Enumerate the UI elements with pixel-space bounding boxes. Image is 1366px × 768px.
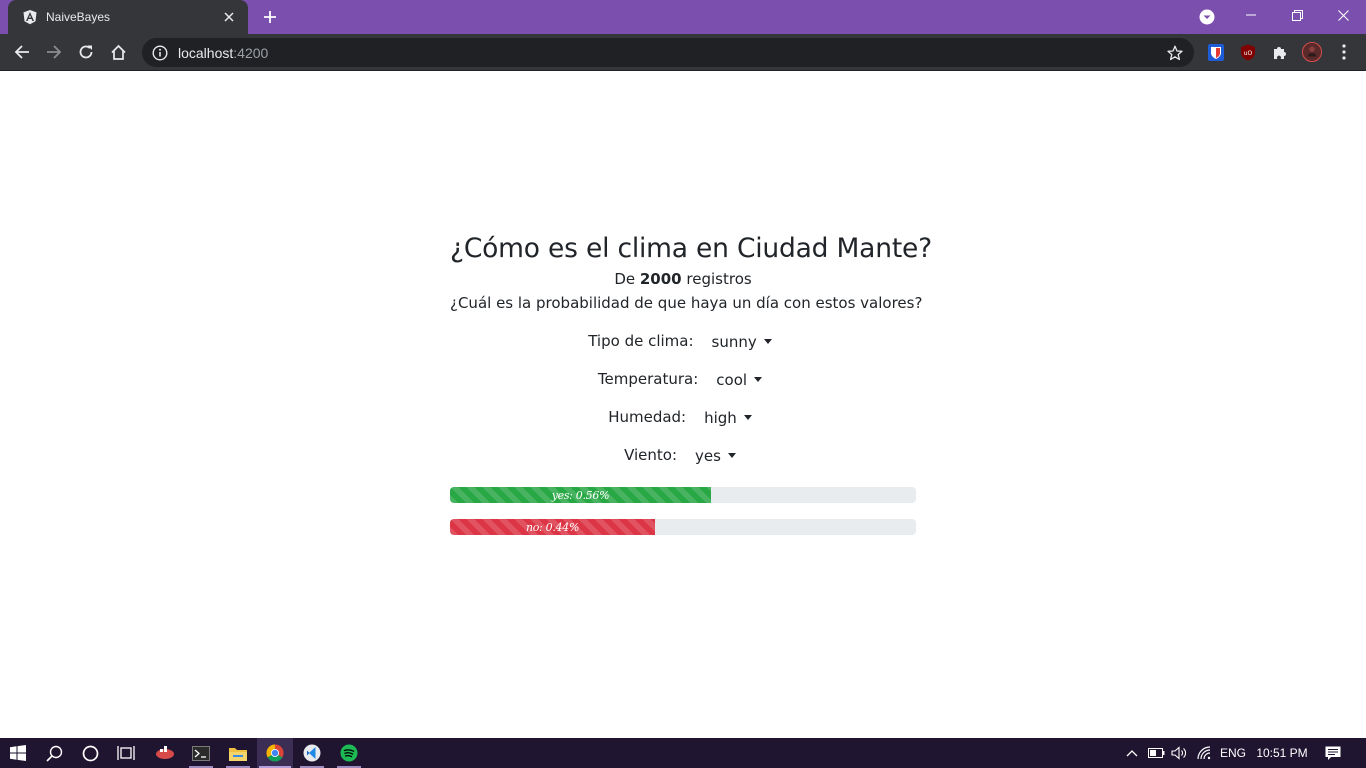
- tab-title: NaiveBayes: [46, 10, 111, 24]
- notification-icon[interactable]: [1320, 738, 1346, 768]
- progress-label-yes: yes: 0.56%: [551, 488, 610, 502]
- url-port: :4200: [233, 44, 269, 61]
- results-area: yes: 0.56% no: 0.44%: [450, 487, 916, 551]
- progress-bar-yes: yes: 0.56%: [450, 487, 711, 503]
- page-viewport: ¿Cómo es el clima en Ciudad Mante? De 20…: [0, 71, 1366, 738]
- field-label: Viento:: [624, 446, 678, 464]
- dropdown-value: cool: [716, 371, 748, 389]
- dropdown-value: yes: [695, 447, 721, 465]
- search-icon[interactable]: [36, 738, 72, 768]
- clock[interactable]: 10:51 PM: [1252, 738, 1312, 768]
- close-icon[interactable]: [220, 8, 238, 26]
- back-icon[interactable]: [10, 40, 34, 64]
- field-temperature: Temperatura: cool: [450, 367, 916, 391]
- records-suffix: registros: [686, 270, 752, 288]
- restore-icon[interactable]: [1274, 0, 1320, 30]
- question-text: ¿Cuál es la probabilidad de que haya un …: [450, 294, 923, 312]
- minimize-icon[interactable]: [1228, 0, 1274, 30]
- cortana-icon[interactable]: [72, 738, 108, 768]
- field-label: Humedad:: [608, 408, 687, 426]
- chrome-icon[interactable]: [257, 738, 293, 768]
- field-wind: Viento: yes: [450, 443, 916, 467]
- task-view-icon[interactable]: [108, 738, 144, 768]
- forward-icon[interactable]: [42, 40, 66, 64]
- battery-icon[interactable]: [1146, 738, 1166, 768]
- progress-label-no: no: 0.44%: [525, 520, 580, 534]
- field-humidity: Humedad: high: [450, 405, 916, 429]
- field-weather-type: Tipo de clima: sunny: [450, 329, 916, 353]
- angular-icon: [22, 9, 38, 25]
- profile-icon[interactable]: [1302, 42, 1322, 62]
- extensions-icon[interactable]: [1270, 42, 1290, 62]
- ublock-icon[interactable]: uO: [1238, 42, 1258, 62]
- page-title: ¿Cómo es el clima en Ciudad Mante?: [450, 233, 932, 264]
- fields-form: Tipo de clima: sunny Temperatura: cool H…: [450, 329, 916, 467]
- plus-icon[interactable]: [258, 6, 282, 28]
- file-explorer-icon[interactable]: [220, 738, 256, 768]
- caret-down-icon: [754, 376, 763, 382]
- field-label: Tipo de clima:: [588, 332, 694, 350]
- caret-down-icon: [743, 414, 752, 420]
- home-icon[interactable]: [106, 40, 130, 64]
- star-icon[interactable]: [1166, 44, 1184, 62]
- menu-icon[interactable]: [1334, 42, 1354, 62]
- browser-toolbar: localhost:4200 uO: [0, 34, 1366, 71]
- docker-icon[interactable]: [147, 738, 183, 768]
- progress-yes: yes: 0.56%: [450, 487, 916, 503]
- terminal-icon[interactable]: [183, 738, 219, 768]
- progress-bar-no: no: 0.44%: [450, 519, 656, 535]
- chevron-up-icon[interactable]: [1122, 738, 1142, 768]
- caret-down-icon: [727, 452, 736, 458]
- dropdown-value: sunny: [711, 333, 757, 351]
- humidity-dropdown[interactable]: high: [698, 406, 758, 428]
- taskbar: ENG 10:51 PM: [0, 738, 1366, 768]
- vscode-icon[interactable]: [294, 738, 330, 768]
- url-host: localhost: [178, 44, 234, 61]
- dropdown-value: high: [704, 409, 737, 427]
- bitwarden-icon[interactable]: [1206, 42, 1226, 62]
- spotify-icon[interactable]: [331, 738, 367, 768]
- tab-search-icon[interactable]: [1198, 8, 1216, 26]
- volume-icon[interactable]: [1170, 738, 1190, 768]
- records-count: 2000: [639, 270, 682, 288]
- wind-dropdown[interactable]: yes: [689, 444, 742, 466]
- field-label: Temperatura:: [597, 370, 699, 388]
- temperature-dropdown[interactable]: cool: [710, 368, 768, 390]
- records-prefix: De: [614, 270, 636, 288]
- main-content: ¿Cómo es el clima en Ciudad Mante? De 20…: [450, 231, 932, 551]
- progress-no: no: 0.44%: [450, 519, 916, 535]
- records-line: De 2000 registros: [450, 267, 916, 291]
- address-bar[interactable]: localhost:4200: [142, 38, 1194, 67]
- language-indicator[interactable]: ENG: [1218, 738, 1248, 768]
- svg-text:uO: uO: [1244, 50, 1253, 57]
- weather-type-dropdown[interactable]: sunny: [706, 330, 778, 352]
- windows-icon[interactable]: [0, 738, 36, 768]
- reload-icon[interactable]: [74, 40, 98, 64]
- url-text: localhost:4200: [178, 45, 268, 61]
- wifi-icon[interactable]: [1195, 738, 1215, 768]
- browser-tabstrip: NaiveBayes: [0, 0, 1366, 34]
- caret-down-icon: [763, 338, 772, 344]
- info-icon[interactable]: [152, 44, 168, 61]
- close-window-icon[interactable]: [1320, 0, 1366, 30]
- browser-tab[interactable]: NaiveBayes: [8, 0, 248, 34]
